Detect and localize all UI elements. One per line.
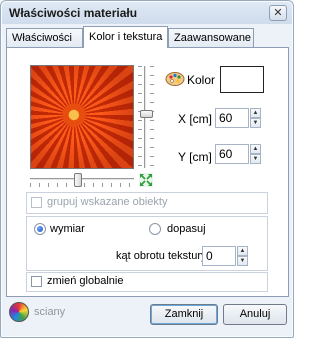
y-size-input[interactable]: 60 <box>215 144 249 164</box>
radio-dopasuj[interactable] <box>149 223 161 235</box>
rotation-label: kąt obrotu tekstury <box>116 250 207 262</box>
group-objects-row: grupuj wskazane obiekty <box>26 192 268 214</box>
close-button[interactable]: Zamknij <box>150 304 218 325</box>
texture-fit-options: wymiar dopasuj kąt obrotu tekstury 0 ▲ ▼ <box>26 216 268 271</box>
cancel-button[interactable]: Anuluj <box>223 304 287 325</box>
spin-down-button[interactable]: ▼ <box>250 118 261 128</box>
horizontal-slider-ticks <box>30 183 134 187</box>
close-icon: ✕ <box>273 7 283 19</box>
color-texture-panel: Kolor X [cm] 60 ▲ ▼ Y [cm] 60 ▲ ▼ grupuj… <box>6 47 289 297</box>
change-globally-row: zmień globalnie <box>26 272 268 292</box>
window-title: Właściwości materiału <box>9 6 138 20</box>
radio-wymiar-label: wymiar <box>50 223 85 235</box>
vertical-slider-thumb[interactable] <box>140 110 153 118</box>
tab-label: Kolor i tekstura <box>89 31 163 43</box>
change-globally-label: zmień globalnie <box>47 275 124 287</box>
x-size-spinner: ▲ ▼ <box>250 108 261 128</box>
close-button-label: Zamknij <box>164 308 204 320</box>
close-window-button[interactable]: ✕ <box>269 5 287 21</box>
spin-up-button[interactable]: ▲ <box>250 144 261 154</box>
tab-label: Właściwości <box>12 32 72 44</box>
material-properties-window: Właściwości materiału ✕ Właściwości Kolo… <box>0 0 294 338</box>
tab-properties[interactable]: Właściwości <box>6 28 83 48</box>
radio-wymiar[interactable] <box>34 223 46 235</box>
expand-icon[interactable] <box>139 173 153 187</box>
y-size-spinner: ▲ ▼ <box>250 144 261 164</box>
horizontal-scale-slider[interactable] <box>30 178 134 181</box>
tab-color-texture[interactable]: Kolor i tekstura <box>83 26 168 48</box>
spin-down-button[interactable]: ▼ <box>250 154 261 164</box>
color-swatch[interactable] <box>220 66 264 93</box>
radio-dopasuj-label: dopasuj <box>167 223 206 235</box>
palette-icon <box>165 72 185 86</box>
group-objects-label: grupuj wskazane obiekty <box>47 196 168 208</box>
tab-advanced[interactable]: Zaawansowane <box>168 28 254 48</box>
tab-label: Zaawansowane <box>174 32 252 44</box>
change-globally-checkbox[interactable] <box>31 276 42 287</box>
material-sphere-icon <box>9 302 29 322</box>
rotation-input[interactable]: 0 <box>202 246 236 266</box>
horizontal-slider-thumb[interactable] <box>74 173 82 187</box>
x-size-input[interactable]: 60 <box>215 108 249 128</box>
group-objects-checkbox[interactable] <box>31 197 42 208</box>
color-label: Kolor <box>187 73 216 87</box>
rotation-spinner: ▲ ▼ <box>237 246 248 266</box>
material-name: sciany <box>34 306 66 318</box>
title-bar[interactable]: Właściwości materiału ✕ <box>2 2 292 24</box>
cancel-button-label: Anuluj <box>239 308 271 320</box>
spin-down-button[interactable]: ▼ <box>237 256 248 266</box>
y-size-label: Y [cm] <box>178 150 212 164</box>
texture-preview[interactable] <box>30 65 134 169</box>
spin-up-button[interactable]: ▲ <box>250 108 261 118</box>
spin-up-button[interactable]: ▲ <box>237 246 248 256</box>
x-size-label: X [cm] <box>178 112 213 126</box>
